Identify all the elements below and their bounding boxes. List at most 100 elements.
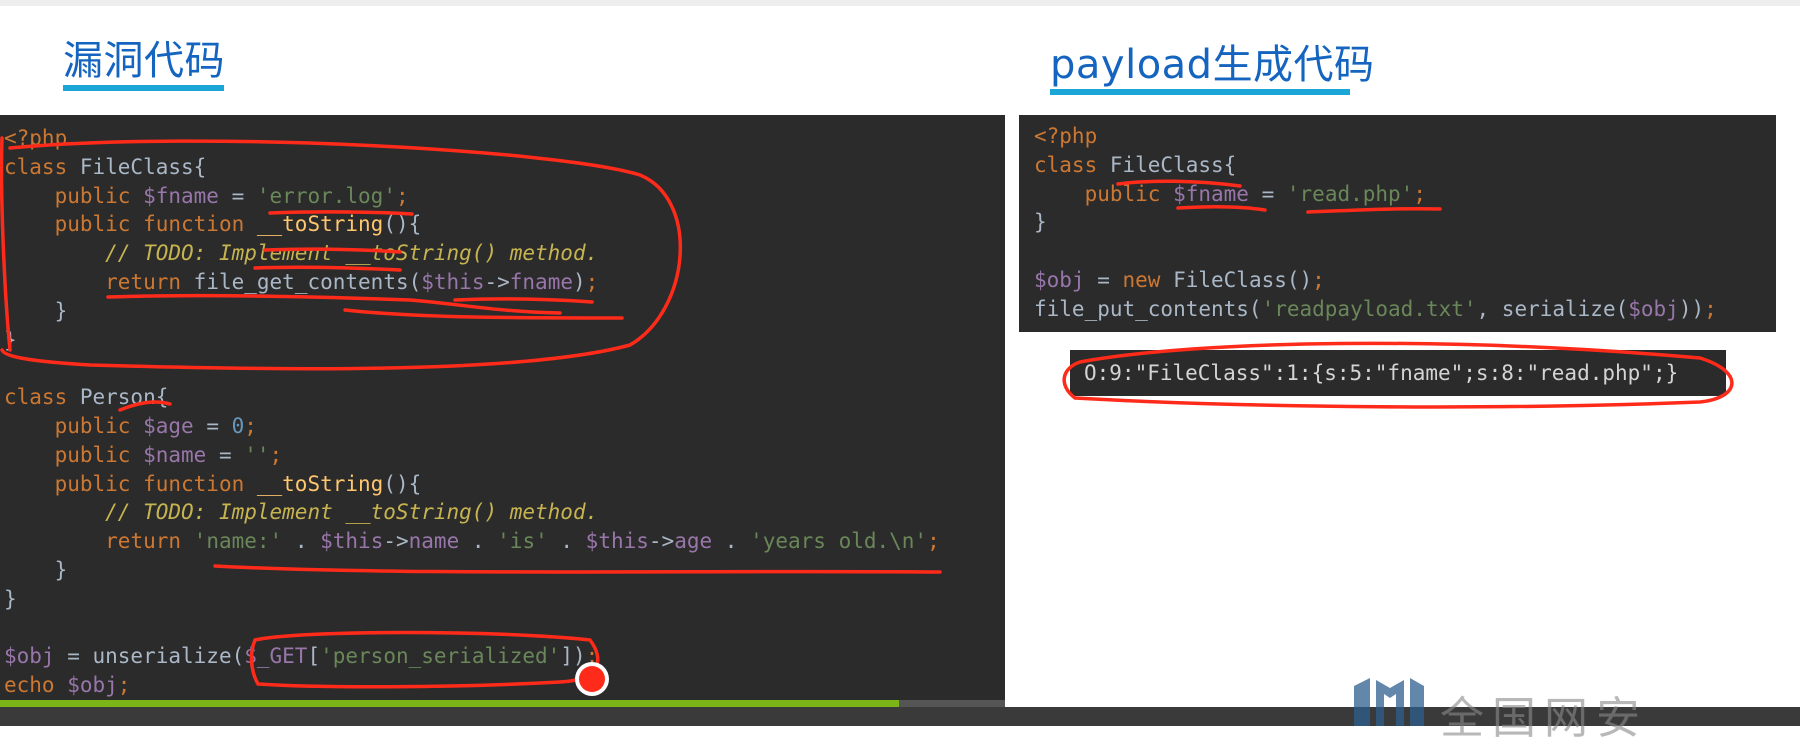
code-token: <?php: [4, 126, 68, 150]
vuln-code-line: return file_get_contents($this->fname);: [4, 268, 1005, 297]
vuln-code-line: }: [4, 585, 1005, 614]
code-token: class: [4, 385, 80, 410]
brand-logo-text: 全国网安: [1440, 693, 1648, 744]
code-token: 'readpayload.txt': [1261, 296, 1477, 321]
video-progress-fill: [0, 700, 900, 707]
code-token: 'is': [497, 529, 548, 554]
code-token: ;: [927, 529, 940, 554]
vuln-code-line: public $age = 0;: [4, 412, 1005, 441]
code-token: FileClass(): [1173, 267, 1313, 292]
code-token: ;: [1312, 267, 1325, 292]
code-token: name: [408, 529, 460, 554]
code-token: 'error.log': [256, 183, 396, 208]
vuln-code-line: [4, 614, 1005, 643]
code-token: $obj: [4, 644, 55, 669]
code-token: ]): [560, 644, 586, 669]
video-progress-bar[interactable]: [0, 700, 1005, 707]
vuln-code-line: // TODO: Implement __toString() method.: [4, 498, 1005, 527]
payload-code-line: [1034, 237, 1776, 266]
code-token: <?php: [1034, 124, 1098, 148]
code-token: return: [105, 269, 194, 294]
code-token: // TODO: Implement __toString() method.: [105, 500, 599, 525]
code-token: (){: [383, 471, 422, 496]
vuln-code-title: 漏洞代码: [63, 38, 225, 84]
code-token: .: [712, 529, 751, 554]
code-token: }: [4, 586, 17, 611]
code-token: =: [1248, 181, 1287, 206]
code-token: ;: [269, 442, 283, 467]
code-token: public function: [54, 212, 257, 237]
vuln-code-line: echo $obj;: [4, 671, 1005, 700]
vuln-code-line: }: [4, 326, 1005, 355]
code-token: class: [4, 154, 80, 179]
code-token: }: [4, 327, 17, 352]
vuln-code-line: return 'name:' . $this->name . 'is' . $t…: [4, 527, 1005, 556]
code-token: $obj: [1034, 267, 1085, 292]
serialized-output-box: O:9:"FileClass":1:{s:5:"fname";s:8:"read…: [1070, 350, 1726, 396]
code-token: 0: [231, 413, 245, 438]
vuln-code-panel: <?php class FileClass{ public $fname = 'e…: [0, 115, 1005, 700]
code-token: public: [54, 413, 144, 438]
code-token: }: [4, 298, 68, 323]
code-token: $obj: [1628, 296, 1679, 321]
code-token: ->: [383, 529, 409, 554]
code-token: .: [282, 529, 321, 554]
code-token: )): [1678, 296, 1705, 321]
code-token: =: [1084, 267, 1123, 292]
code-token: ;: [585, 269, 599, 294]
code-token: 'name:': [193, 529, 283, 554]
code-token: FileClass{: [1109, 152, 1237, 177]
payload-code-line: public $fname = 'read.php';: [1034, 180, 1776, 209]
code-token: 'read.php': [1286, 181, 1414, 206]
payload-code-panel: <?php class FileClass{ public $fname = 'r…: [1019, 115, 1776, 332]
cursor-pointer-icon: [579, 666, 605, 692]
brand-logo-icon: [1354, 678, 1424, 726]
vuln-code-line: class FileClass{: [4, 153, 1005, 182]
code-token: // TODO: Implement __toString() method.: [105, 241, 599, 266]
code-token: fname: [509, 269, 573, 294]
payload-code-line: file_put_contents('readpayload.txt', ser…: [1034, 295, 1776, 324]
code-token: $obj: [67, 673, 118, 698]
code-token: ->: [484, 269, 510, 294]
code-token: Person{: [79, 385, 169, 410]
code-token: =: [218, 183, 257, 208]
code-token: file_get_contents(: [193, 269, 422, 294]
code-token: $fname: [143, 183, 219, 208]
code-token: public: [1084, 181, 1174, 206]
code-token: .: [459, 529, 498, 554]
code-token: return: [105, 529, 194, 554]
code-token: public function: [54, 471, 257, 496]
payload-code-line: }: [1034, 208, 1776, 237]
vuln-code-line: }: [4, 297, 1005, 326]
vuln-code-line: // TODO: Implement __toString() method.: [4, 239, 1005, 268]
vuln-code-line: public $name = '';: [4, 441, 1005, 470]
code-token: = unserialize(: [54, 644, 245, 669]
code-token: $this: [585, 529, 649, 554]
code-token: ): [572, 269, 586, 294]
code-token: class: [1034, 152, 1110, 177]
code-token: }: [4, 557, 68, 582]
vuln-code-line: [4, 354, 1005, 383]
payload-code-line: $obj = new FileClass();: [1034, 266, 1776, 295]
code-token: .: [547, 529, 586, 554]
top-border: [0, 0, 1800, 6]
code-token: $age: [143, 413, 194, 438]
payload-code-title-underline: [1050, 89, 1350, 95]
code-token: ;: [244, 413, 257, 438]
code-token: ;: [585, 644, 599, 669]
code-token: ;: [1413, 181, 1426, 206]
code-token: 'person_serialized': [320, 644, 561, 669]
code-token: echo: [4, 673, 68, 698]
payload-code-line: <?php: [1034, 122, 1776, 151]
code-token: [: [307, 644, 321, 669]
code-token: ->: [648, 529, 675, 554]
